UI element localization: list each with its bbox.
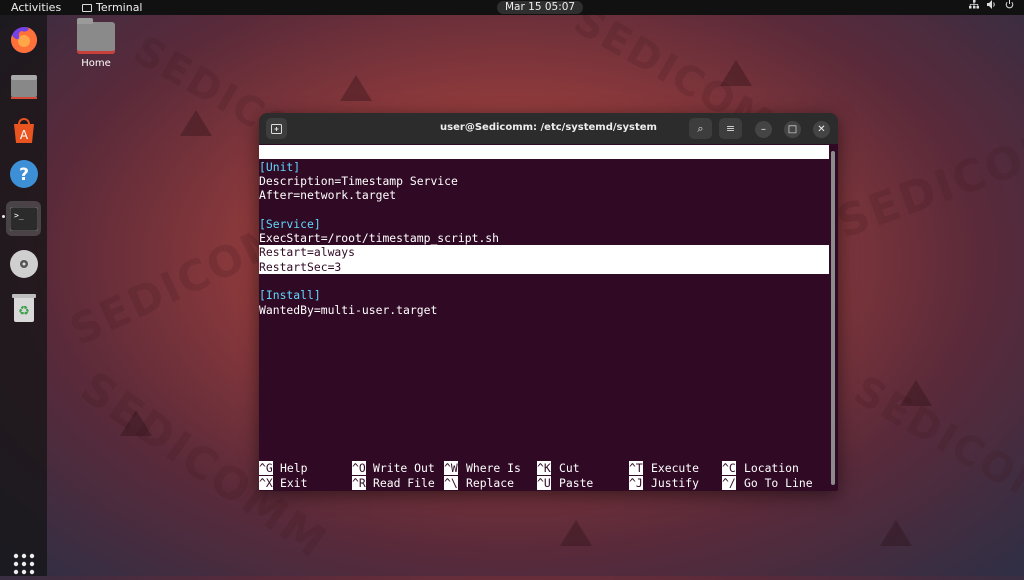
dock-help[interactable]: ? [7, 157, 40, 190]
shortcut-go-to-line[interactable]: Go To Line [744, 476, 813, 490]
terminal-content[interactable]: GNU nano 6.2 example.service * [Unit] De… [259, 144, 838, 491]
dock-files[interactable] [7, 69, 40, 102]
system-menu[interactable] [969, 0, 1014, 9]
shortcut-key: ^K [537, 461, 551, 476]
shortcut-key: ^W [444, 461, 458, 476]
shortcut-key: ^/ [722, 475, 736, 490]
disc-icon [9, 249, 38, 278]
terminal-icon: >_ [9, 206, 38, 231]
editor-line: [Install] [259, 288, 321, 303]
shortcut-cut[interactable]: Cut [559, 461, 580, 475]
dock-firefox[interactable] [7, 23, 40, 56]
desktop-home[interactable]: Home [74, 18, 118, 69]
editor-line: After=network.target [259, 188, 397, 203]
dock: A ? >_ ♻ [0, 15, 47, 576]
maximize-icon: □ [787, 124, 798, 135]
terminal-window: user@Sedicomm: /etc/systemd/system ⌕ ≡ –… [259, 113, 838, 491]
dock-disc[interactable] [7, 247, 40, 280]
minimize-icon: – [761, 124, 766, 135]
dock-software[interactable]: A [7, 113, 40, 146]
shortcut-key: ^J [629, 475, 643, 490]
dock-show-apps[interactable] [7, 547, 40, 580]
editor-line: Description=Timestamp Service [259, 173, 458, 188]
editor-line: [Unit] [259, 159, 301, 174]
shortcut-key: ^T [629, 461, 643, 476]
hamburger-icon: ≡ [725, 122, 736, 135]
shortcut-key: ^R [352, 475, 366, 490]
menu-button[interactable]: ≡ [719, 118, 742, 139]
svg-text:♻: ♻ [18, 304, 30, 319]
shortcut-key: ^G [259, 461, 273, 476]
minimize-button[interactable]: – [755, 121, 772, 138]
shortcut-help[interactable]: Help [280, 461, 307, 475]
nano-title-bar: GNU nano 6.2 example.service * [259, 145, 829, 188]
home-label: Home [81, 58, 111, 69]
editor-line: ExecStart=/root/timestamp_script.sh [259, 231, 500, 245]
maximize-button[interactable]: □ [784, 121, 801, 138]
search-button[interactable]: ⌕ [689, 118, 712, 139]
shortcut-justify[interactable]: Justify [651, 476, 699, 490]
close-button[interactable]: ✕ [813, 121, 830, 138]
shortcut-key: ^U [537, 475, 551, 490]
scrollbar[interactable] [831, 151, 835, 485]
shortcut-read-file[interactable]: Read File [373, 476, 435, 490]
activities-button[interactable]: Activities [11, 0, 61, 15]
shortcut-key: ^X [259, 475, 273, 490]
svg-text:A: A [19, 128, 28, 142]
svg-text:?: ? [19, 165, 29, 185]
running-indicator [2, 215, 5, 218]
network-icon [969, 0, 979, 9]
editor-line-selected: RestartSec=3 [259, 259, 829, 274]
top-bar: Activities Terminal Mar 15 05:07 [0, 0, 1024, 15]
window-header: user@Sedicomm: /etc/systemd/system ⌕ ≡ –… [259, 113, 838, 144]
shortcut-paste[interactable]: Paste [559, 476, 593, 490]
app-name: Terminal [96, 1, 143, 14]
shortcut-key: ^C [722, 461, 736, 476]
editor-line: [Service] [259, 216, 321, 231]
editor-line: WantedBy=multi-user.target [259, 302, 438, 317]
home-folder-icon [77, 18, 115, 54]
editor-line-selected: Restart=always [259, 245, 829, 260]
shortcut-key: ^O [352, 461, 366, 476]
software-store-icon: A [13, 117, 34, 143]
help-icon: ? [9, 159, 38, 188]
firefox-icon [10, 26, 37, 53]
power-icon [1005, 0, 1014, 9]
shortcut-where-is[interactable]: Where Is [466, 461, 521, 475]
terminal-icon [82, 3, 92, 12]
shortcut-replace[interactable]: Replace [466, 476, 514, 490]
shortcut-key: ^\ [444, 475, 458, 490]
close-icon: ✕ [817, 124, 826, 135]
app-menu[interactable]: Terminal [82, 0, 143, 15]
apps-grid-icon [13, 553, 34, 574]
trash-icon: ♻ [11, 293, 36, 322]
shortcut-execute[interactable]: Execute [651, 461, 699, 475]
volume-icon [987, 0, 995, 9]
dock-trash[interactable]: ♻ [7, 291, 40, 324]
svg-text:>_: >_ [14, 211, 24, 220]
nano-filename: example.service * [508, 173, 625, 188]
search-icon: ⌕ [697, 121, 704, 135]
shortcut-write-out[interactable]: Write Out [373, 461, 435, 475]
dock-terminal[interactable]: >_ [6, 201, 41, 236]
window-title: user@Sedicomm: /etc/systemd/system [440, 122, 657, 133]
shortcut-exit[interactable]: Exit [280, 476, 307, 490]
folder-icon [10, 74, 37, 99]
clock[interactable]: Mar 15 05:07 [497, 1, 584, 14]
shortcut-location[interactable]: Location [744, 461, 799, 475]
